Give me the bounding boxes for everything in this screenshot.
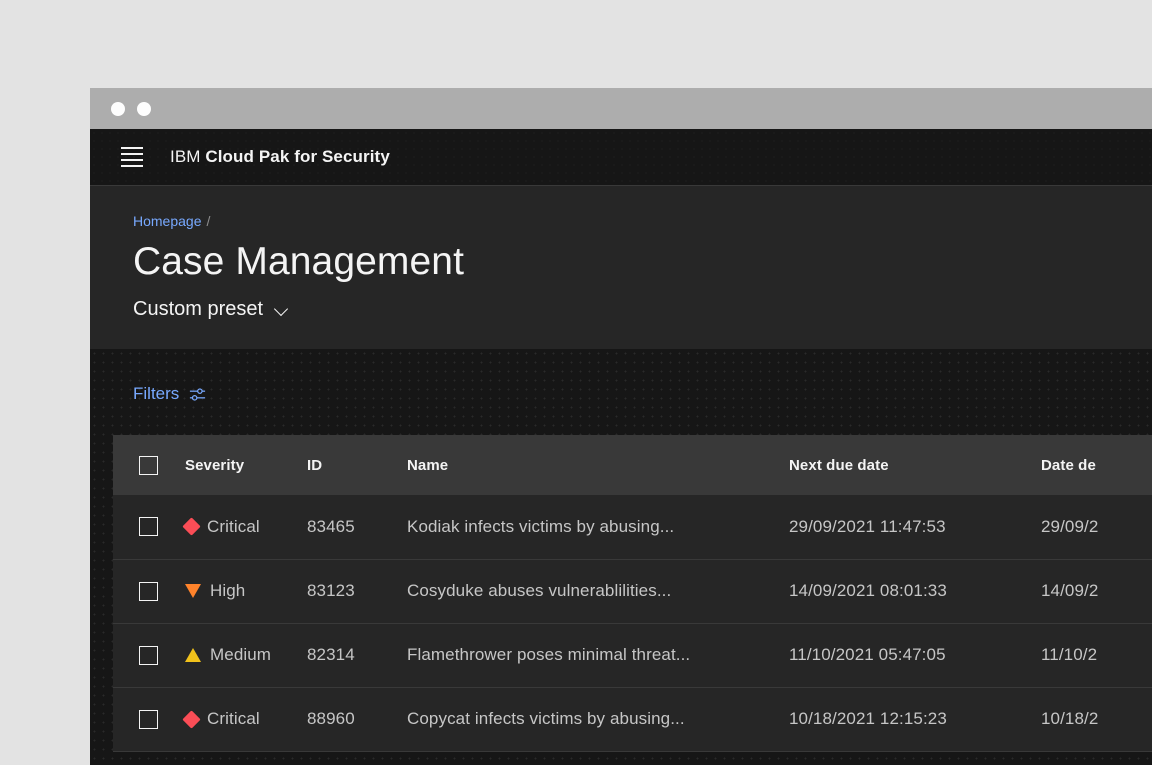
row-severity-cell: Medium — [185, 623, 307, 687]
desktop-backdrop: IBM Cloud Pak for Security Homepage / Cas… — [0, 0, 1152, 765]
table-row[interactable]: High 83123 Cosyduke abuses vulnerablilit… — [113, 559, 1152, 623]
breadcrumb-item-homepage[interactable]: Homepage — [133, 213, 202, 229]
breadcrumb-separator: / — [206, 213, 211, 229]
column-header-date-detected[interactable]: Date de — [1041, 435, 1152, 495]
row-checkbox[interactable] — [139, 709, 158, 729]
breadcrumb: Homepage / — [133, 212, 1152, 230]
preset-label: Custom preset — [133, 298, 264, 320]
chevron-down-icon — [275, 302, 291, 318]
row-name-cell: Cosyduke abuses vulnerablilities... — [407, 581, 672, 600]
row-date-detected-cell: 29/09/2 — [1041, 516, 1099, 536]
row-id-cell: 83123 — [307, 581, 355, 600]
row-select-cell — [113, 559, 185, 623]
row-next-due-date-cell: 10/18/2021 12:15:23 — [789, 709, 947, 728]
row-severity-cell: Critical — [182, 687, 307, 751]
table-body: Critical 83465 Kodiak infects victims by… — [113, 495, 1152, 751]
row-date-detected-cell: 10/18/2 — [1041, 709, 1099, 728]
row-select-cell — [113, 623, 185, 687]
table-row[interactable]: Critical 88960 Copycat infects victims b… — [113, 687, 1152, 751]
hamburger-line — [120, 165, 143, 167]
column-header-name[interactable]: Name — [407, 435, 789, 495]
row-next-due-date-cell: 29/09/2021 11:47:53 — [789, 516, 946, 536]
browser-window: IBM Cloud Pak for Security Homepage / Cas… — [90, 88, 1152, 765]
hamburger-menu-icon[interactable] — [107, 129, 156, 185]
severity-label: High — [210, 581, 246, 600]
row-name-cell: Flamethrower poses minimal threat... — [407, 645, 691, 664]
triangle-down-icon — [185, 584, 201, 598]
hamburger-line — [120, 153, 143, 155]
severity-label: Critical — [207, 516, 260, 536]
page-title: Case Management — [133, 240, 465, 283]
row-checkbox[interactable] — [139, 645, 158, 665]
row-id-cell: 82314 — [307, 645, 355, 664]
column-header-select — [113, 435, 185, 495]
cases-table: Severity ID Name Next due date Date de C… — [113, 435, 1152, 752]
row-date-detected-cell: 14/09/2 — [1041, 581, 1099, 600]
filters-label: Filters — [133, 384, 180, 403]
column-header-next-due-date[interactable]: Next due date — [789, 435, 1041, 495]
severity-label: Medium — [210, 645, 272, 664]
table-row[interactable]: Critical 83465 Kodiak infects victims by… — [113, 495, 1152, 559]
preset-dropdown[interactable]: Custom preset — [133, 296, 291, 322]
filters-button[interactable]: Filters — [133, 383, 207, 405]
row-next-due-date-cell: 14/09/2021 08:01:33 — [789, 581, 947, 600]
severity-label: Critical — [207, 709, 260, 728]
hamburger-line — [120, 159, 143, 161]
diamond-icon — [182, 709, 201, 729]
sliders-settings-icon — [190, 387, 206, 401]
table-row[interactable]: Medium 82314 Flamethrower poses minimal … — [113, 623, 1152, 687]
brand-prefix: IBM — [170, 147, 201, 166]
app-header-bar: IBM Cloud Pak for Security — [90, 129, 1152, 186]
filters-toolbar: Filters — [90, 383, 1152, 435]
column-header-id[interactable]: ID — [307, 435, 407, 495]
row-select-cell — [113, 687, 185, 751]
row-severity-cell: High — [185, 559, 307, 623]
row-severity-cell: Critical — [182, 495, 307, 559]
row-next-due-date-cell: 11/10/2021 05:47:05 — [789, 645, 946, 664]
row-checkbox[interactable] — [139, 517, 158, 537]
page-header-band: Homepage / Case Management Custom preset — [90, 186, 1152, 349]
row-select-cell — [113, 495, 185, 559]
table-header: Severity ID Name Next due date Date de — [113, 435, 1152, 495]
row-id-cell: 83465 — [307, 516, 355, 536]
row-id-cell: 88960 — [307, 709, 355, 728]
row-date-detected-cell: 11/10/2 — [1041, 645, 1098, 664]
window-dot-1[interactable] — [111, 101, 125, 116]
column-header-severity[interactable]: Severity — [185, 435, 307, 495]
row-name-cell: Kodiak infects victims by abusing... — [407, 516, 675, 536]
window-dot-2[interactable] — [137, 101, 151, 116]
content-area: Filters Severity ID Name Next due date D… — [90, 349, 1152, 765]
brand-title: IBM Cloud Pak for Security — [170, 147, 390, 167]
hamburger-line — [120, 147, 143, 149]
triangle-up-icon — [185, 648, 201, 662]
select-all-checkbox[interactable] — [139, 455, 158, 475]
table-header-row: Severity ID Name Next due date Date de — [113, 435, 1152, 495]
brand-product: Cloud Pak for Security — [205, 147, 390, 166]
window-titlebar — [90, 88, 1152, 129]
row-checkbox[interactable] — [139, 581, 158, 601]
diamond-icon — [182, 517, 201, 536]
row-name-cell: Copycat infects victims by abusing... — [407, 709, 685, 728]
